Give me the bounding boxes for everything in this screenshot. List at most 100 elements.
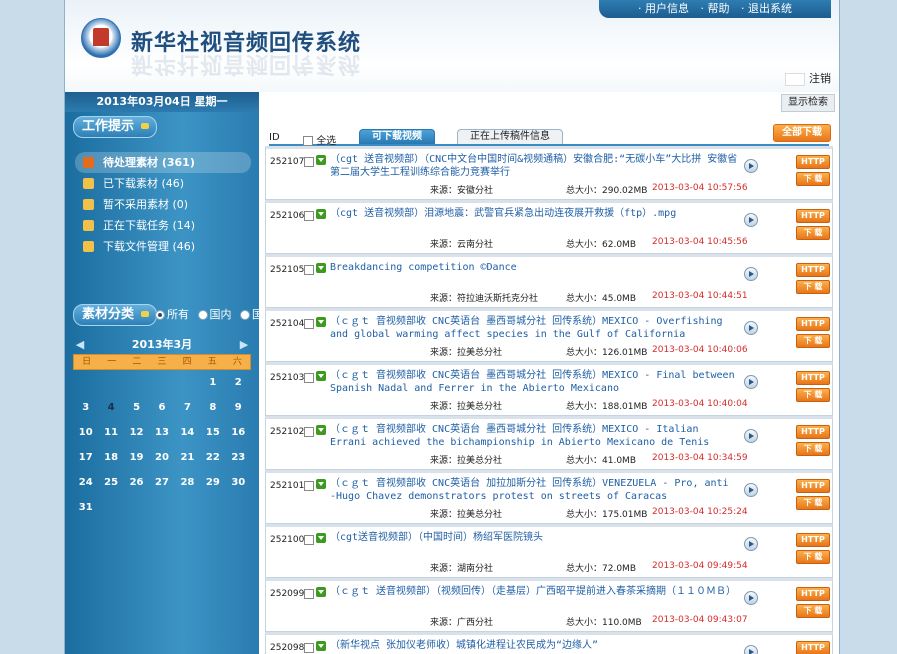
calendar-day[interactable]: 7 — [175, 395, 200, 420]
calendar-day[interactable]: 31 — [73, 495, 98, 520]
calendar-day[interactable]: 5 — [124, 395, 149, 420]
next-month-icon[interactable]: ▶ — [237, 336, 251, 354]
calendar-day[interactable]: 13 — [149, 420, 174, 445]
download-button[interactable]: 下 载 — [796, 388, 830, 402]
sidebar-item[interactable]: 暂不采用素材 (0) — [75, 194, 251, 215]
item-checkbox[interactable] — [304, 589, 314, 599]
calendar-day[interactable]: 26 — [124, 470, 149, 495]
calendar-day[interactable]: 29 — [200, 470, 225, 495]
tab-uploading-info[interactable]: 正在上传稿件信息 — [457, 129, 563, 144]
calendar-day[interactable]: 23 — [226, 445, 251, 470]
calendar-day[interactable]: 9 — [226, 395, 251, 420]
item-title[interactable]: （ｃｇｔ 音视频部收 CNC英语台 墨西哥城分社 回传系统）MEXICO - O… — [330, 315, 740, 341]
item-source: 来源：拉美总分社 — [430, 456, 503, 466]
calendar-day[interactable]: 25 — [98, 470, 123, 495]
item-title[interactable]: （cgt 送音视频部）（CNC中文台中国时间&视频通稿）安徽合肥:“无碳小车”大… — [330, 153, 740, 179]
item-title[interactable]: （ｃｇｔ 音视频部收 CNC英语台 墨西哥城分社 回传系统）MEXICO - F… — [330, 369, 740, 395]
radio-domestic[interactable]: 国内 — [197, 308, 232, 321]
item-title[interactable]: （ｃｇｔ 送音视频部）（视频回传）（走基层）广西昭平提前进入春茶采摘期（１１０Ｍ… — [330, 585, 740, 598]
play-icon[interactable] — [744, 483, 758, 497]
calendar-day[interactable]: 11 — [98, 420, 123, 445]
play-icon[interactable] — [744, 537, 758, 551]
item-checkbox[interactable] — [304, 157, 314, 167]
calendar-day[interactable]: 17 — [73, 445, 98, 470]
download-button[interactable]: 下 载 — [796, 334, 830, 348]
play-icon[interactable] — [744, 267, 758, 281]
calendar-day[interactable]: 10 — [73, 420, 98, 445]
prev-month-icon[interactable]: ◀ — [73, 336, 87, 354]
item-checkbox[interactable] — [304, 427, 314, 437]
calendar-day[interactable]: 15 — [200, 420, 225, 445]
sidebar-item[interactable]: 下载文件管理 (46) — [75, 236, 251, 257]
item-checkbox[interactable] — [304, 319, 314, 329]
select-all[interactable]: 全选 — [303, 132, 336, 147]
nav-help[interactable]: · 帮助 — [701, 2, 730, 15]
calendar-day[interactable]: 22 — [200, 445, 225, 470]
download-all-button[interactable]: 全部下载 — [773, 124, 831, 142]
sidebar-item[interactable]: 待处理素材 (361) — [75, 152, 251, 173]
calendar-day[interactable]: 20 — [149, 445, 174, 470]
play-icon[interactable] — [744, 591, 758, 605]
download-button[interactable]: 下 载 — [796, 172, 830, 186]
item-checkbox[interactable] — [304, 211, 314, 221]
calendar-day[interactable]: 27 — [149, 470, 174, 495]
play-icon[interactable] — [744, 645, 758, 654]
download-button[interactable]: 下 载 — [796, 280, 830, 294]
radio-all[interactable]: 所有 — [155, 308, 189, 321]
http-button[interactable]: HTTP — [796, 587, 830, 601]
item-checkbox[interactable] — [304, 265, 314, 275]
item-title[interactable]: （新华视点 张加仪老师收）城镇化进程让农民成为“边缘人” — [330, 639, 740, 652]
download-button[interactable]: 下 载 — [796, 604, 830, 618]
calendar-day[interactable]: 6 — [149, 395, 174, 420]
play-icon[interactable] — [744, 375, 758, 389]
calendar-day[interactable]: 14 — [175, 420, 200, 445]
calendar-day[interactable]: 16 — [226, 420, 251, 445]
item-title[interactable]: （cgt 送音视频部）泪源地震：武警官兵紧急出动连夜展开救援（ftp）.mpg — [330, 207, 740, 220]
calendar-day[interactable]: 19 — [124, 445, 149, 470]
calendar-day[interactable]: 12 — [124, 420, 149, 445]
download-button[interactable]: 下 载 — [796, 550, 830, 564]
http-button[interactable]: HTTP — [796, 155, 830, 169]
tab-downloadable-video[interactable]: 可下载视频 — [359, 129, 435, 144]
item-checkbox[interactable] — [304, 373, 314, 383]
http-button[interactable]: HTTP — [796, 209, 830, 223]
calendar-day[interactable]: 24 — [73, 470, 98, 495]
calendar-day[interactable]: 1 — [200, 370, 225, 395]
item-title[interactable]: （ｃｇｔ 音视频部收 CNC英语台 墨西哥城分社 回传系统）MEXICO - I… — [330, 423, 740, 449]
play-icon[interactable] — [744, 321, 758, 335]
item-checkbox[interactable] — [304, 535, 314, 545]
http-button[interactable]: HTTP — [796, 425, 830, 439]
logout-link[interactable]: 注销 — [809, 72, 831, 85]
item-title[interactable]: Breakdancing competition ©Dance — [330, 261, 740, 274]
calendar-day[interactable]: 28 — [175, 470, 200, 495]
item-checkbox[interactable] — [304, 643, 314, 653]
play-icon[interactable] — [744, 429, 758, 443]
menu-item-icon — [83, 241, 94, 252]
calendar-day[interactable]: 30 — [226, 470, 251, 495]
calendar-day[interactable]: 8 — [200, 395, 225, 420]
calendar-day[interactable]: 3 — [73, 395, 98, 420]
calendar-day[interactable]: 2 — [226, 370, 251, 395]
play-icon[interactable] — [744, 213, 758, 227]
play-icon[interactable] — [744, 159, 758, 173]
nav-user-info[interactable]: · 用户信息 — [638, 2, 689, 15]
download-button[interactable]: 下 载 — [796, 226, 830, 240]
item-title[interactable]: （cgt送音视频部）（中国时间）杨绍军医院镜头 — [330, 531, 740, 544]
download-button[interactable]: 下 载 — [796, 442, 830, 456]
calendar-day[interactable]: 21 — [175, 445, 200, 470]
show-search-button[interactable]: 显示检索 — [781, 94, 835, 112]
http-button[interactable]: HTTP — [796, 263, 830, 277]
sidebar-item[interactable]: 已下载素材 (46) — [75, 173, 251, 194]
http-button[interactable]: HTTP — [796, 533, 830, 547]
calendar-day[interactable]: 18 — [98, 445, 123, 470]
nav-exit[interactable]: · 退出系统 — [741, 2, 792, 15]
http-button[interactable]: HTTP — [796, 317, 830, 331]
calendar-day[interactable]: 4 — [98, 395, 123, 420]
download-button[interactable]: 下 载 — [796, 496, 830, 510]
http-button[interactable]: HTTP — [796, 479, 830, 493]
item-title[interactable]: （ｃｇｔ 音视频部收 CNC英语台 加拉加斯分社 回传系统）VENEZUELA … — [330, 477, 740, 503]
item-checkbox[interactable] — [304, 481, 314, 491]
http-button[interactable]: HTTP — [796, 371, 830, 385]
http-button[interactable]: HTTP — [796, 641, 830, 654]
sidebar-item[interactable]: 正在下载任务 (14) — [75, 215, 251, 236]
